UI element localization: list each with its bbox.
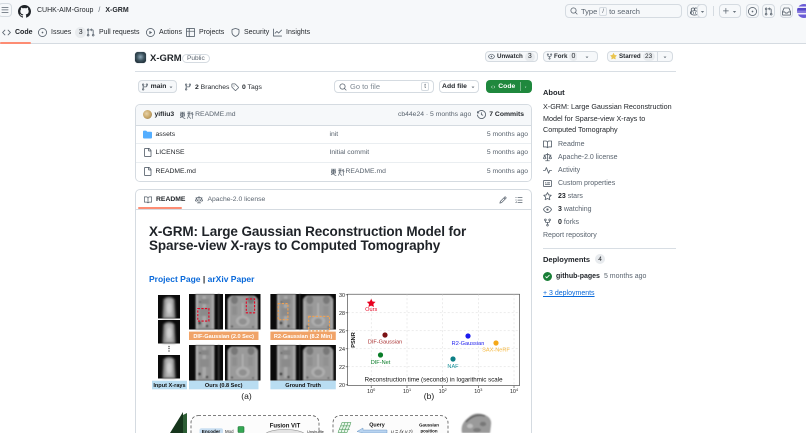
svg-text:position: position — [420, 429, 437, 433]
svg-text:103: 103 — [474, 388, 482, 395]
svg-text:104: 104 — [510, 388, 518, 395]
svg-text:Ours (0.8 Sec): Ours (0.8 Sec) — [205, 383, 243, 389]
svg-text:102: 102 — [439, 388, 447, 395]
svg-text:μ = (x,y,z): μ = (x,y,z) — [390, 430, 413, 433]
svg-text:Reconstruction time (seconds): Reconstruction time (seconds) in logarit… — [365, 376, 503, 383]
svg-text:20: 20 — [339, 383, 345, 389]
svg-text:Query: Query — [369, 423, 385, 429]
svg-text:DIF-Gaussian: DIF-Gaussian — [368, 340, 403, 346]
svg-text:Input X-rays: Input X-rays — [153, 383, 185, 389]
svg-text:⋮: ⋮ — [166, 345, 173, 353]
svg-text:R2-Gaussian (8.2 Min): R2-Gaussian (8.2 Min) — [274, 334, 333, 340]
svg-text:Unshuffle: Unshuffle — [307, 429, 325, 433]
svg-text:DIF-Gaussian (2.0 Sec): DIF-Gaussian (2.0 Sec) — [193, 334, 254, 340]
svg-text:Fusion ViT: Fusion ViT — [270, 424, 301, 430]
svg-text:101: 101 — [403, 388, 411, 395]
svg-text:100: 100 — [367, 388, 375, 395]
svg-text:Gaussian: Gaussian — [419, 423, 439, 428]
svg-text:PSNR: PSNR — [351, 332, 357, 348]
svg-text:26: 26 — [339, 329, 345, 335]
svg-text:DIF-Net: DIF-Net — [371, 360, 391, 366]
svg-text:28: 28 — [339, 311, 345, 317]
svg-text:Ours: Ours — [365, 307, 377, 313]
svg-text:Mod: Mod — [225, 429, 234, 433]
svg-text:Ground Truth: Ground Truth — [285, 383, 321, 389]
svg-text:R2-Gaussian: R2-Gaussian — [452, 341, 485, 347]
svg-text:(b): (b) — [424, 391, 435, 401]
svg-text:NAF: NAF — [447, 364, 459, 370]
svg-text:(a): (a) — [241, 391, 252, 401]
svg-text:SAX-NeRF: SAX-NeRF — [482, 348, 510, 354]
svg-text:Encoder: Encoder — [202, 429, 221, 433]
svg-text:24: 24 — [339, 347, 345, 353]
svg-text:22: 22 — [339, 365, 345, 371]
svg-text:30: 30 — [339, 293, 345, 299]
